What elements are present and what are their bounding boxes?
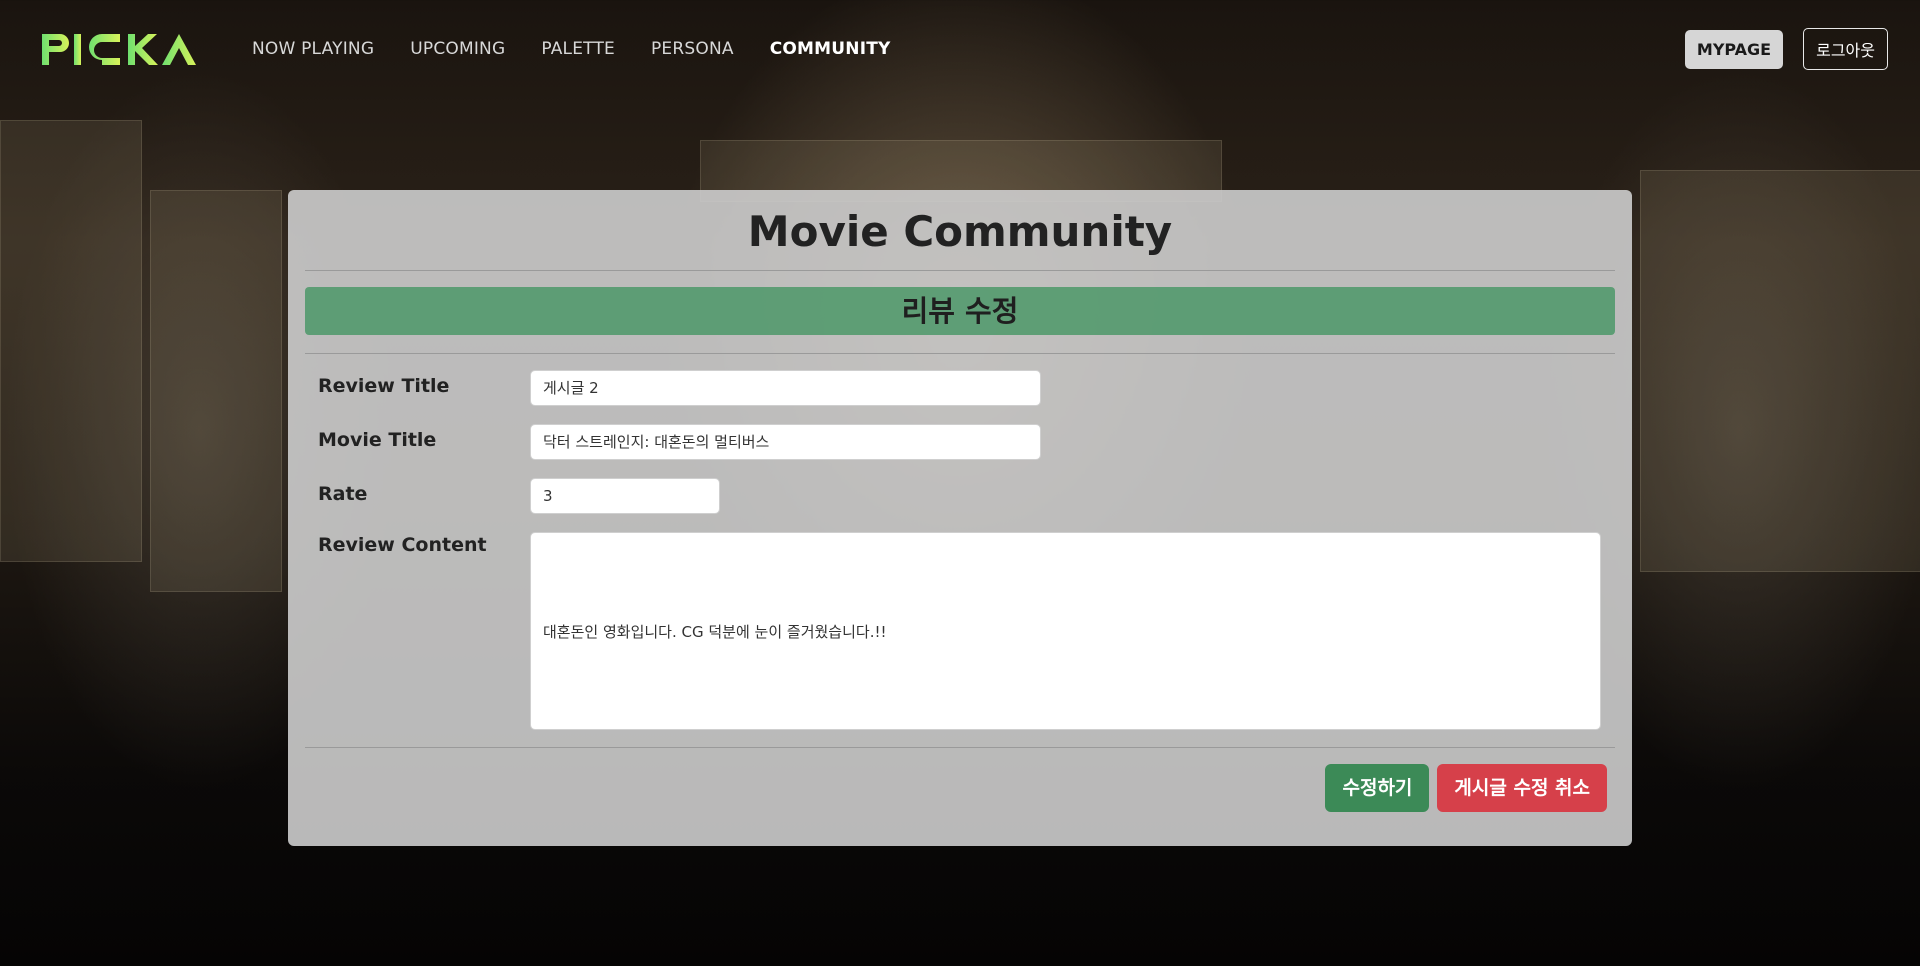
rate-input[interactable]: 3 (530, 478, 720, 514)
review-title-row: Review Title 게시글 2 (305, 370, 1615, 424)
review-content-text: 대혼돈인 영화입니다. CG 덕분에 눈이 즐거웠습니다.!! (543, 622, 887, 641)
nav-upcoming[interactable]: UPCOMING (410, 39, 505, 59)
nav-user-actions: MYPAGE 로그아웃 (1684, 28, 1888, 70)
page-title: Movie Community (747, 207, 1173, 256)
review-edit-panel: Movie Community 리뷰 수정 Review Title 게시글 2… (288, 190, 1632, 846)
mypage-button[interactable]: MYPAGE (1684, 29, 1784, 69)
movie-title-input[interactable]: 닥터 스트레인지: 대혼돈의 멀티버스 (530, 424, 1041, 460)
review-content-textarea[interactable]: 대혼돈인 영화입니다. CG 덕분에 눈이 즐거웠습니다.!! (530, 532, 1601, 730)
top-navbar: NOW PLAYING UPCOMING PALETTE PERSONA COM… (0, 0, 1920, 98)
background-shelf (1640, 170, 1920, 572)
logout-button[interactable]: 로그아웃 (1803, 28, 1888, 70)
submit-edit-button[interactable]: 수정하기 (1325, 764, 1430, 812)
movie-title-row: Movie Title 닥터 스트레인지: 대혼돈의 멀티버스 (305, 424, 1615, 478)
rate-row: Rate 3 (305, 478, 1615, 532)
divider (305, 747, 1615, 748)
picka-logo[interactable] (40, 31, 196, 67)
nav-now-playing[interactable]: NOW PLAYING (252, 39, 374, 59)
background-shelf (0, 120, 142, 562)
divider (305, 353, 1615, 354)
nav-community[interactable]: COMMUNITY (770, 39, 891, 59)
nav-palette[interactable]: PALETTE (541, 39, 615, 59)
main-nav: NOW PLAYING UPCOMING PALETTE PERSONA COM… (252, 39, 891, 59)
picka-logo-icon (42, 34, 196, 65)
background-shelf (150, 190, 282, 592)
rate-label: Rate (318, 483, 368, 505)
nav-persona[interactable]: PERSONA (651, 39, 734, 59)
divider (305, 270, 1615, 271)
form-actions: 수정하기 게시글 수정 취소 (305, 764, 1615, 812)
review-title-input[interactable]: 게시글 2 (530, 370, 1041, 406)
review-content-label: Review Content (318, 534, 487, 556)
review-title-label: Review Title (318, 375, 450, 397)
movie-title-label: Movie Title (318, 429, 437, 451)
review-edit-form: Review Title 게시글 2 Movie Title 닥터 스트레인지:… (305, 370, 1615, 730)
review-content-row: Review Content 대혼돈인 영화입니다. CG 덕분에 눈이 즐거웠… (305, 532, 1615, 730)
section-header: 리뷰 수정 (305, 287, 1615, 335)
cancel-edit-button[interactable]: 게시글 수정 취소 (1437, 764, 1607, 812)
